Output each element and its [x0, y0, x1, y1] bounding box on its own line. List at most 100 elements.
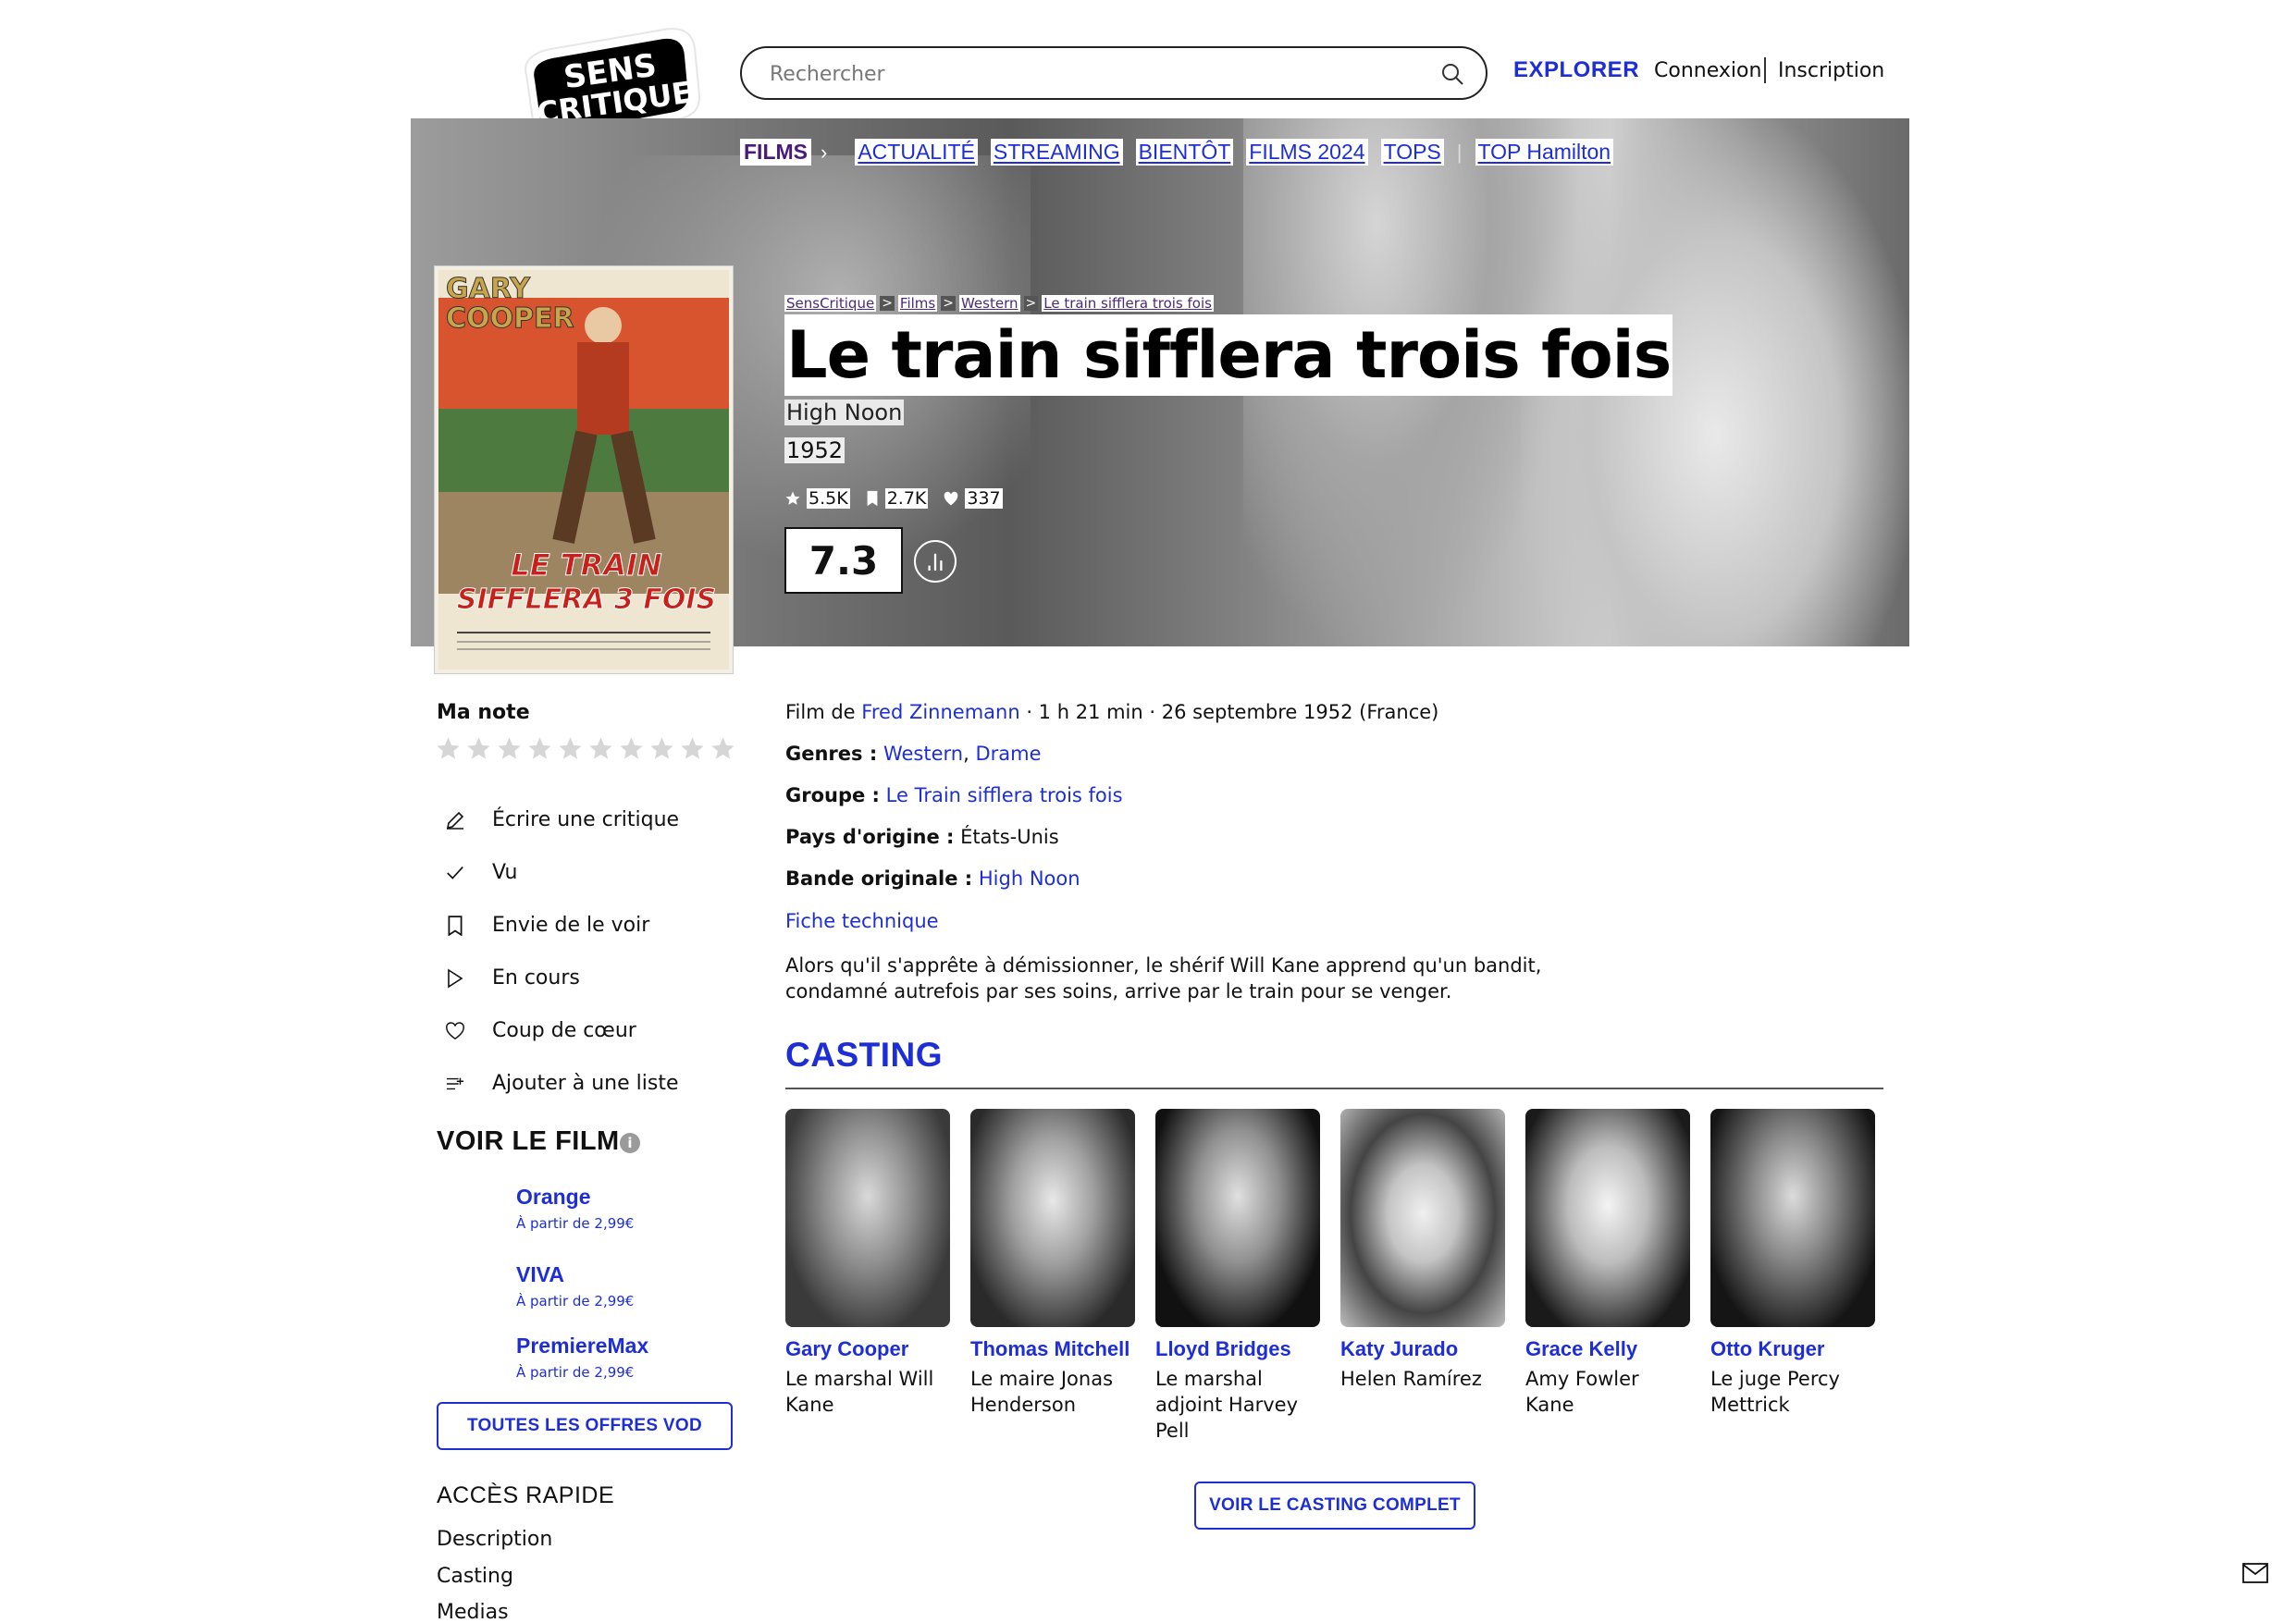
action-label: Envie de le voir [492, 914, 650, 937]
rating-star-icon[interactable] [557, 735, 584, 762]
add-to-list-action[interactable]: Ajouter à une liste [442, 1057, 679, 1110]
actor-name[interactable]: Lloyd Bridges [1155, 1336, 1320, 1362]
actor-name[interactable]: Gary Cooper [785, 1336, 950, 1362]
genre-link-western[interactable]: Western [883, 743, 963, 765]
nav-streaming[interactable]: STREAMING [990, 139, 1123, 166]
nav-top-hamilton[interactable]: TOP Hamilton [1475, 139, 1614, 166]
vod-provider-name[interactable]: Orange [516, 1185, 634, 1210]
signup-link[interactable]: Inscription [1778, 59, 1884, 82]
rating-star-icon[interactable] [648, 735, 675, 762]
quick-link-description[interactable]: Description [437, 1528, 552, 1551]
cast-member[interactable]: Grace Kelly Amy Fowler Kane [1525, 1109, 1690, 1418]
full-casting-button[interactable]: VOIR LE CASTING COMPLET [1194, 1482, 1475, 1530]
film-actions: Écrire une critique Vu Envie de le voir … [442, 793, 679, 1110]
vod-offer-orange[interactable]: Orange À partir de 2,99€ [516, 1185, 634, 1232]
rating-star-icon[interactable] [587, 735, 614, 762]
breadcrumb-senscritique[interactable]: SensCritique [784, 295, 877, 312]
chevron-right-icon: › [821, 140, 828, 164]
favorite-action[interactable]: Coup de cœur [442, 1004, 679, 1057]
casting-title: CASTING [785, 1036, 943, 1074]
soundtrack-link[interactable]: High Noon [979, 867, 1080, 890]
svg-text:GARY: GARY [446, 273, 531, 305]
rating-stars[interactable] [435, 735, 736, 762]
genre-link-drame[interactable]: Drame [975, 743, 1041, 765]
wishlist-action[interactable]: Envie de le voir [442, 899, 679, 952]
soundtrack-label: Bande originale : [785, 867, 973, 890]
tech-sheet-link[interactable]: Fiche technique [785, 910, 939, 932]
tech-sheet-line: Fiche technique [785, 910, 939, 932]
genres-label: Genres : [785, 743, 878, 765]
vod-price: À partir de 2,99€ [516, 1364, 635, 1381]
breadcrumb-current[interactable]: Le train sifflera trois fois [1042, 295, 1214, 312]
actor-name[interactable]: Otto Kruger [1710, 1336, 1875, 1362]
actor-role: Le marshal adjoint Harvey Pell [1155, 1368, 1299, 1442]
rating-star-icon[interactable] [496, 735, 523, 762]
actor-photo[interactable] [970, 1109, 1135, 1327]
film-nav: FILMS › ACTUALITÉ STREAMING BIENTÔT FILM… [740, 139, 1614, 166]
write-review-action[interactable]: Écrire une critique [442, 793, 679, 846]
play-icon [442, 965, 468, 991]
login-link[interactable]: Connexion [1654, 59, 1761, 82]
actor-photo[interactable] [1710, 1109, 1875, 1327]
rating-star-icon[interactable] [526, 735, 553, 762]
all-vod-offers-button[interactable]: TOUTES LES OFFRES VOD [437, 1402, 733, 1450]
breadcrumb-western[interactable]: Western [958, 295, 1020, 312]
actor-role: Le maire Jonas Henderson [970, 1368, 1114, 1416]
rating-star-icon[interactable] [465, 735, 492, 762]
likes-stat: 337 [943, 488, 1003, 509]
quick-link-casting[interactable]: Casting [437, 1565, 513, 1588]
actor-photo[interactable] [1155, 1109, 1320, 1327]
breadcrumb-separator: > [1023, 296, 1039, 311]
action-label: Vu [492, 861, 518, 884]
rating-star-icon[interactable] [435, 735, 462, 762]
page-title: Le train sifflera trois fois [784, 314, 1673, 396]
heart-icon [944, 491, 958, 506]
cast-member[interactable]: Gary Cooper Le marshal Will Kane [785, 1109, 950, 1418]
nav-tops[interactable]: TOPS [1380, 139, 1444, 166]
rating-star-icon[interactable] [710, 735, 736, 762]
cast-member[interactable]: Katy Jurado Helen Ramírez [1340, 1109, 1505, 1392]
cast-member[interactable]: Thomas Mitchell Le maire Jonas Henderson [970, 1109, 1135, 1418]
vod-offer-viva[interactable]: VIVA À partir de 2,99€ [516, 1262, 634, 1309]
vod-offer-premieremax[interactable]: PremiereMax À partir de 2,99€ [516, 1334, 648, 1381]
actor-name[interactable]: Grace Kelly [1525, 1336, 1690, 1362]
poster-artwork: GARY COOPER LE TRAIN SIFFLERA 3 FOIS [438, 270, 729, 670]
watch-film-title: VOIR LE FILM [437, 1126, 620, 1156]
director-link[interactable]: Fred Zinnemann [861, 701, 1019, 723]
search-bar[interactable] [740, 46, 1487, 100]
quick-link-medias[interactable]: Medias [437, 1601, 509, 1623]
actor-name[interactable]: Katy Jurado [1340, 1336, 1505, 1362]
breadcrumb-films[interactable]: Films [897, 295, 938, 312]
soundtrack-line: Bande originale : High Noon [785, 867, 1080, 890]
vod-provider-name[interactable]: PremiereMax [516, 1334, 648, 1359]
casting-divider [785, 1088, 1883, 1089]
in-progress-action[interactable]: En cours [442, 952, 679, 1004]
actor-photo[interactable] [785, 1109, 950, 1327]
quick-access-title: ACCÈS RAPIDE [437, 1482, 615, 1508]
nav-films[interactable]: FILMS [740, 139, 811, 166]
search-icon[interactable] [1439, 61, 1465, 87]
nav-films-2024[interactable]: FILMS 2024 [1246, 139, 1368, 166]
cast-member[interactable]: Otto Kruger Le juge Percy Mettrick [1710, 1109, 1875, 1418]
film-poster[interactable]: GARY COOPER LE TRAIN SIFFLERA 3 FOIS [435, 266, 733, 673]
actor-photo[interactable] [1525, 1109, 1690, 1327]
nav-actualite[interactable]: ACTUALITÉ [855, 139, 978, 166]
rating-star-icon[interactable] [679, 735, 706, 762]
search-input[interactable] [770, 59, 1399, 89]
rating-star-icon[interactable] [618, 735, 645, 762]
actor-photo[interactable] [1340, 1109, 1505, 1327]
explorer-link[interactable]: EXPLORER [1513, 57, 1639, 83]
nav-bientot[interactable]: BIENTÔT [1135, 139, 1234, 166]
breadcrumb: SensCritique > Films > Western > Le trai… [784, 295, 1214, 312]
group-link[interactable]: Le Train sifflera trois fois [886, 784, 1123, 806]
seen-action[interactable]: Vu [442, 846, 679, 899]
check-icon [442, 860, 468, 886]
info-icon[interactable]: i [620, 1133, 640, 1153]
country-value: États-Unis [960, 826, 1059, 848]
vod-provider-name[interactable]: VIVA [516, 1262, 634, 1287]
actor-name[interactable]: Thomas Mitchell [970, 1336, 1135, 1362]
mail-icon[interactable] [2242, 1563, 2268, 1583]
cast-member[interactable]: Lloyd Bridges Le marshal adjoint Harvey … [1155, 1109, 1320, 1444]
actor-role: Amy Fowler Kane [1525, 1368, 1639, 1416]
score-distribution-icon[interactable] [914, 540, 957, 583]
